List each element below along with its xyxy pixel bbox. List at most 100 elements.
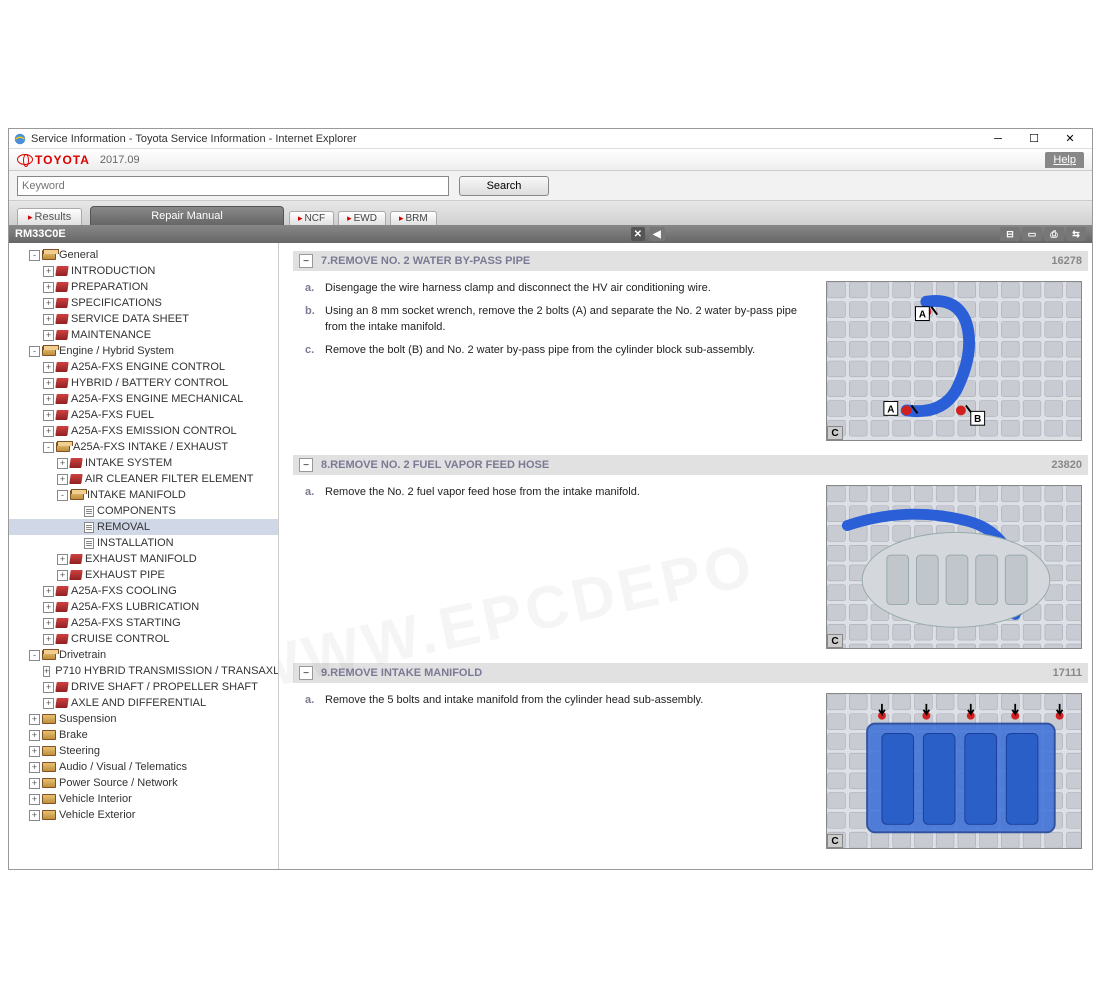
tree-node[interactable]: +CRUISE CONTROL xyxy=(9,631,278,647)
expand-icon[interactable]: + xyxy=(43,618,54,629)
tree-node[interactable]: +AXLE AND DIFFERENTIAL xyxy=(9,695,278,711)
tree-node[interactable]: +SPECIFICATIONS xyxy=(9,295,278,311)
tree-node[interactable]: +EXHAUST MANIFOLD xyxy=(9,551,278,567)
collapse-icon[interactable]: - xyxy=(57,490,68,501)
tree-node[interactable]: + HYBRID / BATTERY CONTROL xyxy=(9,375,278,391)
expand-icon[interactable]: + xyxy=(43,362,54,373)
tree-node[interactable]: COMPONENTS xyxy=(9,503,278,519)
expand-icon[interactable]: + xyxy=(29,714,40,725)
collapse-icon[interactable]: - xyxy=(29,346,40,357)
tree-node[interactable]: +INTRODUCTION xyxy=(9,263,278,279)
tree-node[interactable]: INSTALLATION xyxy=(9,535,278,551)
section-header: −7.REMOVE NO. 2 WATER BY-PASS PIPE16278 xyxy=(293,251,1088,271)
close-button[interactable]: ✕ xyxy=(1052,130,1088,148)
tree-node[interactable]: +EXHAUST PIPE xyxy=(9,567,278,583)
tree-node[interactable]: +A25A-FXS LUBRICATION xyxy=(9,599,278,615)
tree-node[interactable]: +Vehicle Interior xyxy=(9,791,278,807)
book-closed-icon xyxy=(55,282,68,292)
expand-icon[interactable]: + xyxy=(43,378,54,389)
expand-icon[interactable]: + xyxy=(57,554,68,565)
expand-icon[interactable]: + xyxy=(29,778,40,789)
expand-icon[interactable]: + xyxy=(43,282,54,293)
tree-node[interactable]: -INTAKE MANIFOLD xyxy=(9,487,278,503)
tree-node[interactable]: +INTAKE SYSTEM xyxy=(9,455,278,471)
toolbar-button-4[interactable]: ⇆ xyxy=(1066,227,1086,241)
tree-node[interactable]: +DRIVE SHAFT / PROPELLER SHAFT xyxy=(9,679,278,695)
toolbar-button-2[interactable]: ▭ xyxy=(1022,227,1042,241)
help-link[interactable]: Help xyxy=(1045,152,1084,168)
tree-node[interactable]: -Engine / Hybrid System xyxy=(9,343,278,359)
tree-node[interactable]: +Brake xyxy=(9,727,278,743)
expand-icon[interactable]: + xyxy=(29,762,40,773)
tree-node[interactable]: +A25A-FXS EMISSION CONTROL xyxy=(9,423,278,439)
tree-node[interactable]: +SERVICE DATA SHEET xyxy=(9,311,278,327)
expand-icon[interactable]: + xyxy=(43,330,54,341)
brand-bar: TOYOTA 2017.09 Help xyxy=(9,149,1092,171)
tree-label: A25A-FXS INTAKE / EXHAUST xyxy=(73,441,228,453)
expand-icon[interactable]: + xyxy=(29,794,40,805)
tree-node[interactable]: - A25A-FXS INTAKE / EXHAUST xyxy=(9,439,278,455)
tree-node[interactable]: +A25A-FXS STARTING xyxy=(9,615,278,631)
tree-node[interactable]: +Suspension xyxy=(9,711,278,727)
tree-node[interactable]: +A25A-FXS COOLING xyxy=(9,583,278,599)
expand-icon[interactable]: + xyxy=(43,314,54,325)
expand-icon[interactable]: + xyxy=(43,634,54,645)
tree-node[interactable]: +A25A-FXS FUEL xyxy=(9,407,278,423)
maximize-button[interactable]: ☐ xyxy=(1016,130,1052,148)
expand-icon[interactable]: + xyxy=(43,410,54,421)
print-button[interactable]: ⎙ xyxy=(1044,227,1064,241)
search-button[interactable]: Search xyxy=(459,176,549,196)
expand-icon[interactable]: + xyxy=(43,602,54,613)
minimize-button[interactable]: ─ xyxy=(980,130,1016,148)
nav-back-button[interactable]: ◀ xyxy=(649,227,665,241)
tree-node[interactable]: +AIR CLEANER FILTER ELEMENT xyxy=(9,471,278,487)
tab-results[interactable]: Results xyxy=(17,208,82,225)
expand-icon[interactable]: + xyxy=(57,474,68,485)
tree-node[interactable]: -Drivetrain xyxy=(9,647,278,663)
tree-node[interactable]: -General xyxy=(9,247,278,263)
book-closed-icon xyxy=(69,474,82,484)
expand-icon[interactable]: + xyxy=(43,426,54,437)
tree-node[interactable]: +PREPARATION xyxy=(9,279,278,295)
tree-node[interactable]: +Vehicle Exterior xyxy=(9,807,278,823)
expand-icon[interactable]: + xyxy=(43,698,54,709)
tree-node[interactable]: +P710 HYBRID TRANSMISSION / TRANSAXLE xyxy=(9,663,278,679)
section-collapse-button[interactable]: − xyxy=(299,254,313,268)
expand-icon[interactable]: + xyxy=(29,746,40,757)
expand-icon[interactable]: + xyxy=(29,810,40,821)
expand-icon[interactable]: + xyxy=(43,666,50,677)
tree-node[interactable]: +MAINTENANCE xyxy=(9,327,278,343)
svg-text:A: A xyxy=(919,310,926,321)
tree-node[interactable]: +A25A-FXS ENGINE CONTROL xyxy=(9,359,278,375)
tab-repair-manual[interactable]: Repair Manual xyxy=(90,206,284,225)
collapse-icon[interactable]: - xyxy=(43,442,54,453)
toyota-logo: TOYOTA xyxy=(17,153,90,167)
expand-icon[interactable]: + xyxy=(43,586,54,597)
section-collapse-button[interactable]: − xyxy=(299,666,313,680)
nav-tree[interactable]: -General+INTRODUCTION+PREPARATION+SPECIF… xyxy=(9,243,279,869)
search-input[interactable] xyxy=(17,176,449,196)
toolbar-button-1[interactable]: ⊟ xyxy=(1000,227,1020,241)
expand-icon[interactable]: + xyxy=(29,730,40,741)
expand-icon[interactable]: + xyxy=(43,298,54,309)
content-pane[interactable]: WWW.EPCDEPO −7.REMOVE NO. 2 WATER BY-PAS… xyxy=(279,243,1092,869)
tree-label: HYBRID / BATTERY CONTROL xyxy=(71,377,228,389)
tab-brm[interactable]: BRM xyxy=(390,211,437,225)
tree-node[interactable]: +Audio / Visual / Telematics xyxy=(9,759,278,775)
section-collapse-button[interactable]: − xyxy=(299,458,313,472)
folder-icon xyxy=(42,794,56,804)
expand-icon[interactable]: + xyxy=(43,266,54,277)
collapse-icon[interactable]: - xyxy=(29,250,40,261)
tree-node[interactable]: +Power Source / Network xyxy=(9,775,278,791)
doc-close-button[interactable]: ✕ xyxy=(631,227,645,241)
tree-node[interactable]: +A25A-FXS ENGINE MECHANICAL xyxy=(9,391,278,407)
collapse-icon[interactable]: - xyxy=(29,650,40,661)
tree-node[interactable]: +Steering xyxy=(9,743,278,759)
expand-icon[interactable]: + xyxy=(57,570,68,581)
tree-node[interactable]: REMOVAL xyxy=(9,519,278,535)
expand-icon[interactable]: + xyxy=(43,394,54,405)
tab-ewd[interactable]: EWD xyxy=(338,211,386,225)
expand-icon[interactable]: + xyxy=(57,458,68,469)
tab-ncf[interactable]: NCF xyxy=(289,211,334,225)
expand-icon[interactable]: + xyxy=(43,682,54,693)
